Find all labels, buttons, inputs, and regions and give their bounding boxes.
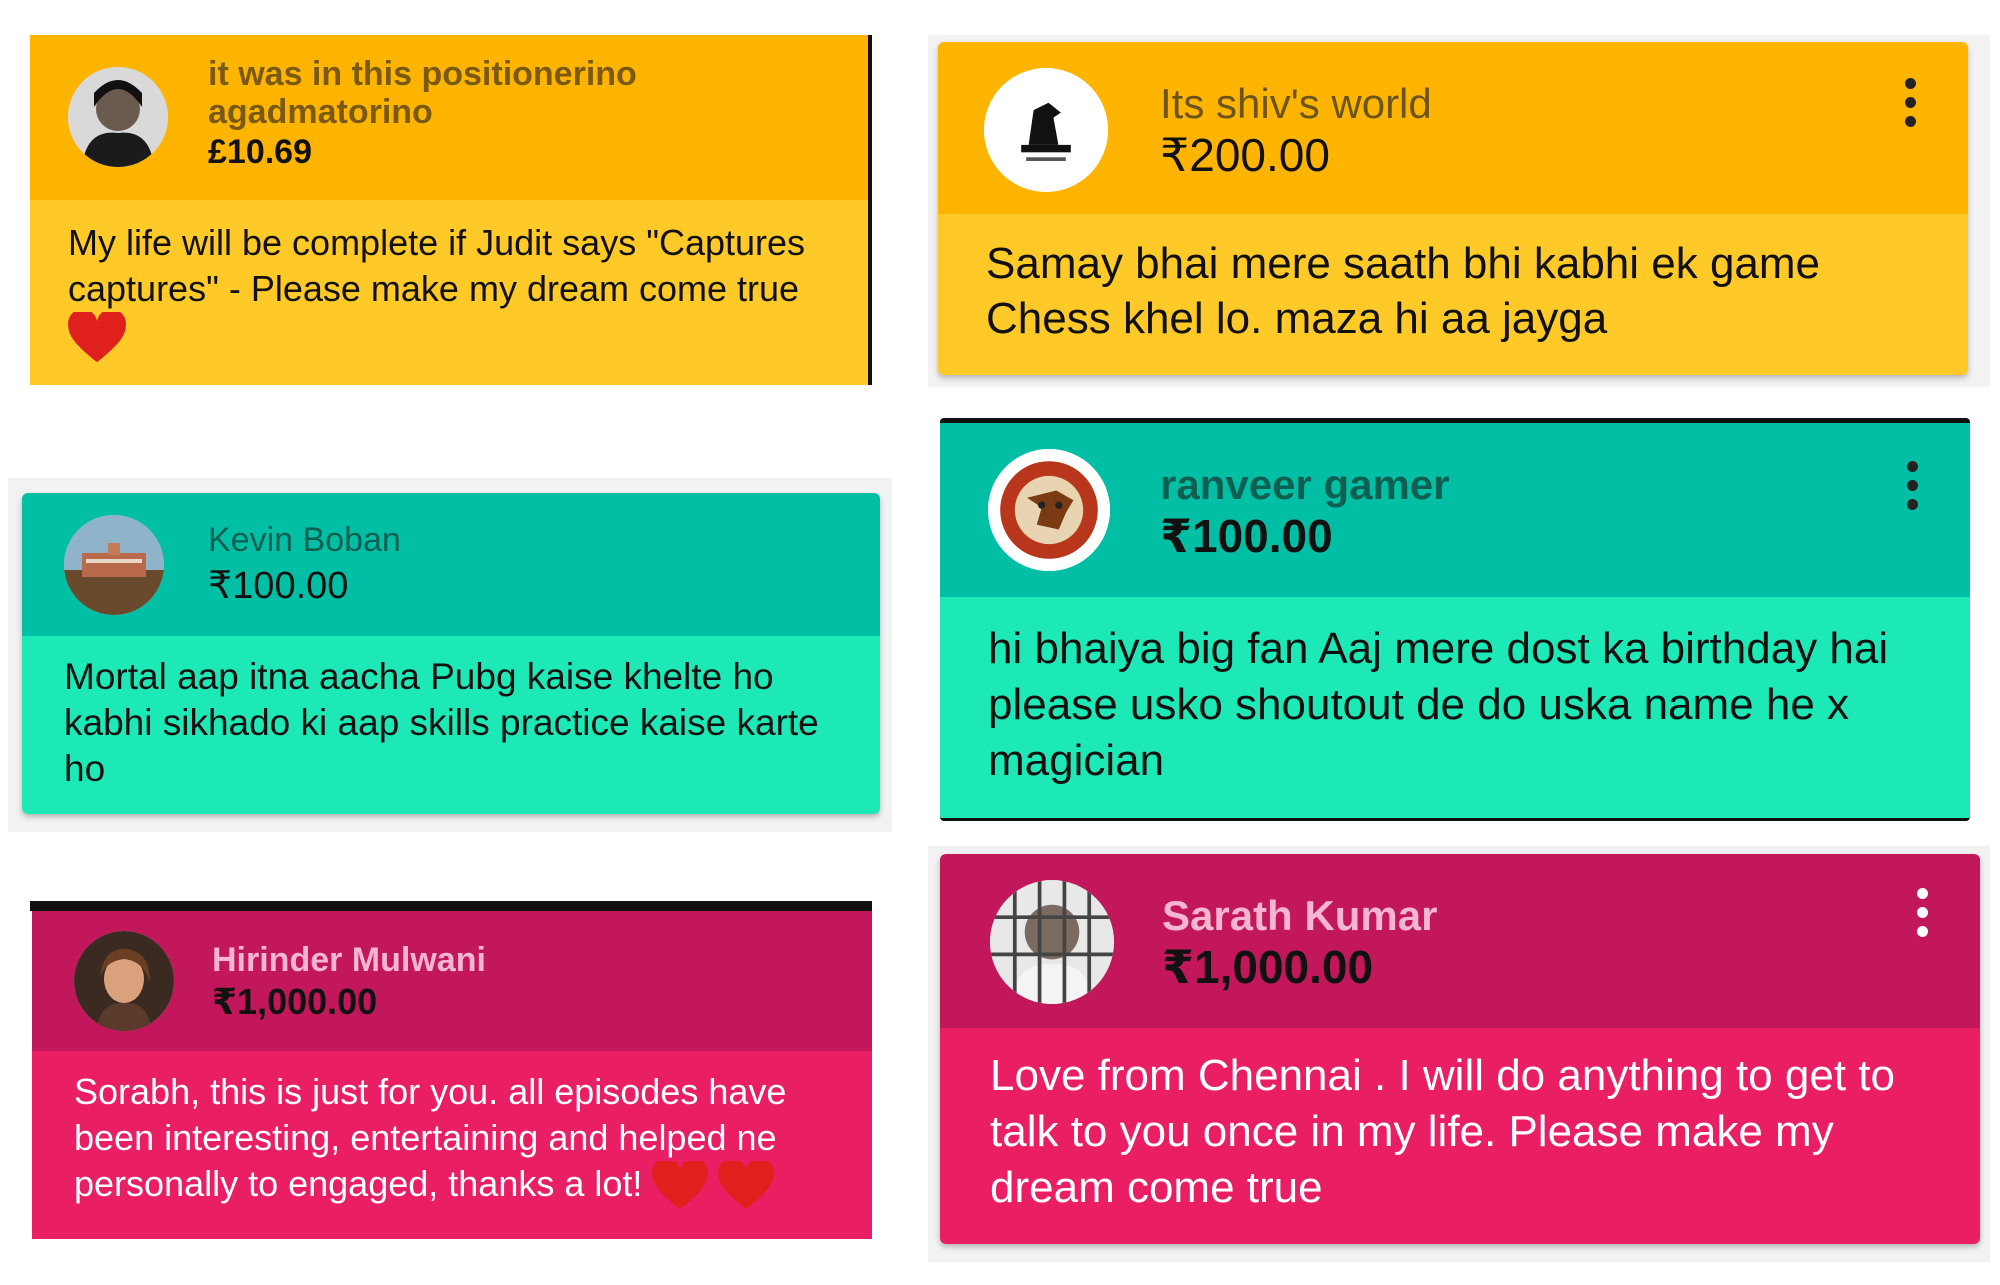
avatar[interactable] [984, 68, 1108, 192]
card-header: ranveer gamer ₹100.00 [940, 423, 1970, 597]
message-text: hi bhaiya big fan Aaj mere dost ka birth… [988, 624, 1889, 785]
card-body: My life will be complete if Judit says "… [30, 200, 868, 385]
more-options-icon[interactable] [1900, 78, 1920, 127]
donation-amount: £10.69 [208, 133, 312, 171]
author-name[interactable]: Sarath Kumar [1162, 892, 1437, 940]
avatar[interactable] [64, 515, 164, 615]
message-text: My life will be complete if Judit says "… [68, 222, 806, 309]
card-header: Sarath Kumar ₹1,000.00 [940, 854, 1980, 1028]
author-name[interactable]: it was in this positionerino [208, 55, 637, 94]
card-body: hi bhaiya big fan Aaj mere dost ka birth… [940, 597, 1970, 818]
author-name[interactable]: ranveer gamer [1160, 461, 1450, 509]
author-name-line2[interactable]: agadmatorino [208, 93, 433, 132]
message: Sorabh, this is just for you. all episod… [74, 1069, 864, 1211]
heart-icon [652, 1161, 709, 1211]
heart-icon [718, 1161, 775, 1211]
message-text: Love from Chennai . I will do anything t… [990, 1051, 1895, 1212]
author-name[interactable]: Kevin Boban [208, 521, 401, 560]
card-header: Hirinder Mulwani ₹1,000.00 [32, 911, 872, 1051]
heart-icon [68, 312, 126, 364]
author-name[interactable]: Its shiv's world [1160, 80, 1432, 128]
donation-amount: ₹1,000.00 [212, 981, 378, 1022]
more-options-icon[interactable] [1912, 888, 1932, 937]
donation-amount: ₹1,000.00 [1162, 941, 1374, 993]
donation-amount: ₹200.00 [1160, 129, 1330, 181]
card-header: Kevin Boban ₹100.00 [22, 493, 880, 636]
more-options-icon[interactable] [1902, 461, 1922, 510]
card-body: Love from Chennai . I will do anything t… [940, 1028, 1980, 1244]
card-body: Mortal aap itna aacha Pubg kaise khelte … [22, 636, 880, 814]
message-text: Samay bhai mere saath bhi kabhi ek game … [986, 239, 1821, 343]
super-chat-card: ranveer gamer ₹100.00 hi bhaiya big fan … [940, 418, 1970, 821]
super-chat-card: Hirinder Mulwani ₹1,000.00 Sorabh, this … [32, 911, 872, 1239]
donation-amount: ₹100.00 [208, 565, 349, 607]
author-name[interactable]: Hirinder Mulwani [212, 941, 486, 980]
message-text: Mortal aap itna aacha Pubg kaise khelte … [64, 656, 819, 789]
avatar[interactable] [988, 449, 1110, 571]
card-header: it was in this positionerino agadmatorin… [30, 35, 868, 200]
message: My life will be complete if Judit says "… [68, 220, 848, 364]
avatar[interactable] [990, 880, 1114, 1004]
super-chat-card: Kevin Boban ₹100.00 Mortal aap itna aach… [22, 493, 880, 814]
super-chat-card: it was in this positionerino agadmatorin… [30, 35, 872, 385]
avatar[interactable] [68, 67, 168, 167]
super-chat-card: Its shiv's world ₹200.00 Samay bhai mere… [938, 42, 1968, 375]
donation-amount: ₹100.00 [1160, 510, 1333, 562]
card-body: Samay bhai mere saath bhi kabhi ek game … [938, 214, 1968, 375]
super-chat-card: Sarath Kumar ₹1,000.00 Love from Chennai… [940, 854, 1980, 1244]
card-top-border [30, 901, 872, 911]
avatar[interactable] [74, 931, 174, 1031]
card-header: Its shiv's world ₹200.00 [938, 42, 1968, 214]
card-body: Sorabh, this is just for you. all episod… [32, 1051, 872, 1239]
